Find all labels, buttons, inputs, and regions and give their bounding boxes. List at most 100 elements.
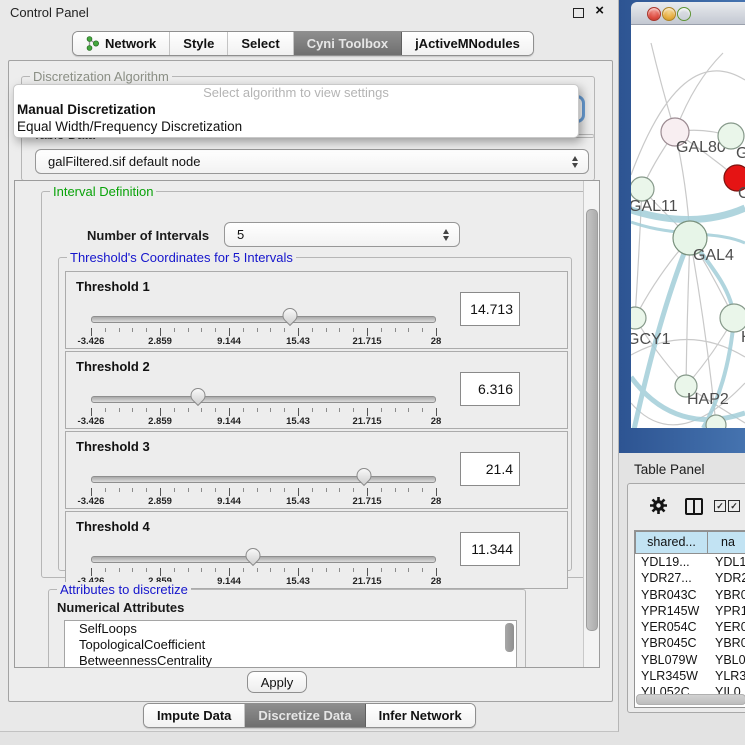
table-cell[interactable]: YLR345W <box>635 668 707 684</box>
network-node-label: GAL11 <box>631 198 678 215</box>
table-panel-section: Table Panel ✓ ✓ <box>619 453 745 745</box>
minimize-traffic-light-icon[interactable] <box>662 7 676 21</box>
table-row[interactable]: YDL19...YDL1 <box>635 554 745 570</box>
screenshot-root: Control Panel × Network Style <box>0 0 745 745</box>
numerical-attributes-list[interactable]: SelfLoopsTopologicalCoefficientBetweenne… <box>64 620 517 668</box>
table-row[interactable]: YBR045CYBR0 <box>635 635 745 651</box>
table-hscrollbar[interactable] <box>636 694 745 705</box>
checkbox-icon[interactable]: ✓ <box>714 500 726 512</box>
threshold-value-field[interactable]: 6.316 <box>460 372 520 406</box>
table-row[interactable]: YPR145WYPR1 <box>635 603 745 619</box>
network-node[interactable] <box>720 304 745 332</box>
network-window-titlebar[interactable] <box>631 2 745 25</box>
discretization-algorithm-group-label: Discretization Algorithm <box>30 69 172 84</box>
tick-label: 28 <box>431 336 442 347</box>
table-cell[interactable]: YDR2 <box>707 570 745 586</box>
table-cell[interactable]: YBR043C <box>635 587 707 603</box>
network-canvas[interactable]: GAL80GCGAL11GAL4GCY1HHAP2 <box>631 25 745 428</box>
scrollbar-thumb[interactable] <box>586 209 598 631</box>
table-cell[interactable]: YBR0 <box>707 635 745 651</box>
network-icon <box>86 36 99 51</box>
threshold-value-field[interactable]: 21.4 <box>460 452 520 486</box>
table-body: YDL19...YDL1YDR27...YDR2YBR043CYBR0YPR14… <box>635 554 745 701</box>
table-cell[interactable]: YPR1 <box>707 603 745 619</box>
table-row[interactable]: YDR27...YDR2 <box>635 570 745 586</box>
column-header-shared-name[interactable]: shared... <box>635 531 708 554</box>
attribute-item[interactable]: TopologicalCoefficient <box>65 637 516 653</box>
apply-button[interactable]: Apply <box>247 671 307 693</box>
tick-label: 9.144 <box>217 576 241 587</box>
attribute-item[interactable]: BetweennessCentrality <box>65 653 516 668</box>
tick-label: 15.43 <box>286 416 310 427</box>
table-panel-title: Table Panel <box>634 462 705 477</box>
table-row[interactable]: YLR345WYLR3 <box>635 668 745 684</box>
settings-scrollbar[interactable] <box>583 181 599 667</box>
tick-label: 2.859 <box>148 496 172 507</box>
network-node-label: GCY1 <box>631 331 671 348</box>
table-cell[interactable]: YDL19... <box>635 554 707 570</box>
close-traffic-light-icon[interactable] <box>647 7 661 21</box>
threshold-value-field[interactable]: 11.344 <box>460 532 520 566</box>
threshold-1-panel: Threshold 1 -3.4262.8599.14415.4321.7152… <box>65 271 568 349</box>
tab-label: Style <box>183 36 214 51</box>
slider-track[interactable] <box>91 556 436 563</box>
settings-gear-icon[interactable] <box>649 496 668 520</box>
slider-track[interactable] <box>91 316 436 323</box>
zoom-traffic-light-icon[interactable] <box>677 7 691 21</box>
network-node-label: HAP2 <box>687 391 729 408</box>
threshold-label: Threshold 2 <box>76 359 150 374</box>
threshold-slider[interactable] <box>91 390 436 406</box>
close-window-icon[interactable]: × <box>595 2 604 19</box>
threshold-value-field[interactable]: 14.713 <box>460 292 520 326</box>
tab-jactivemnodules[interactable]: jActiveMNodules <box>402 32 533 55</box>
tick-label: 9.144 <box>217 496 241 507</box>
float-window-icon[interactable] <box>573 8 584 18</box>
tab-label: Discretize Data <box>258 708 351 723</box>
network-view-window: GAL80GCGAL11GAL4GCY1HHAP2 <box>619 0 745 453</box>
tab-cyni-toolbox[interactable]: Cyni Toolbox <box>294 32 402 55</box>
threshold-slider[interactable] <box>91 470 436 486</box>
dropdown-prompt: Select algorithm to view settings <box>14 85 578 101</box>
control-panel-window: Control Panel × Network Style <box>0 0 619 732</box>
tab-style[interactable]: Style <box>170 32 228 55</box>
slider-track[interactable] <box>91 396 436 403</box>
dropdown-option-manual-discretization[interactable]: Manual Discretization <box>14 101 578 118</box>
table-cell[interactable]: YPR145W <box>635 603 707 619</box>
number-of-intervals-select[interactable]: 5 <box>224 222 460 247</box>
table-cell[interactable]: YDR27... <box>635 570 707 586</box>
table-row[interactable]: YBL079WYBL0 <box>635 652 745 668</box>
table-cell[interactable]: YBR0 <box>707 587 745 603</box>
table-row[interactable]: YER054CYER0 <box>635 619 745 635</box>
list-scrollbar[interactable] <box>505 623 514 652</box>
table-row[interactable]: YBR043CYBR0 <box>635 587 745 603</box>
dropdown-option-equal-width-frequency[interactable]: Equal Width/Frequency Discretization <box>14 118 578 135</box>
tick-label: 28 <box>431 576 442 587</box>
table-cell[interactable]: YBR045C <box>635 635 707 651</box>
threshold-slider[interactable] <box>91 550 436 566</box>
table-cell[interactable]: YBL079W <box>635 652 707 668</box>
table-cell[interactable]: YDL1 <box>707 554 745 570</box>
checkbox-icon[interactable]: ✓ <box>728 500 740 512</box>
tab-select[interactable]: Select <box>228 32 293 55</box>
control-panel-titlebar[interactable]: Control Panel × <box>0 0 618 24</box>
tick-label: 28 <box>431 416 442 427</box>
tab-discretize-data[interactable]: Discretize Data <box>245 704 365 727</box>
slider-track[interactable] <box>91 476 436 483</box>
table-cell[interactable]: YBL0 <box>707 652 745 668</box>
combo-arrows-icon <box>571 156 579 168</box>
table-cell[interactable]: YER054C <box>635 619 707 635</box>
table-data-select[interactable]: galFiltered.sif default node <box>35 149 589 174</box>
network-node[interactable] <box>631 307 646 329</box>
attribute-item[interactable]: SelfLoops <box>65 621 516 637</box>
threshold-slider[interactable] <box>91 310 436 326</box>
table-cell[interactable]: YLR3 <box>707 668 745 684</box>
table-cell[interactable]: YER0 <box>707 619 745 635</box>
table-header-row: shared... na <box>635 531 745 554</box>
tab-network[interactable]: Network <box>73 32 170 55</box>
tab-infer-network[interactable]: Infer Network <box>366 704 475 727</box>
column-header-name[interactable]: na <box>708 531 745 554</box>
tab-impute-data[interactable]: Impute Data <box>144 704 245 727</box>
split-table-icon[interactable] <box>685 498 703 515</box>
bottom-tabs: Impute Data Discretize Data Infer Networ… <box>143 703 476 728</box>
tick-label: -3.426 <box>78 336 105 347</box>
